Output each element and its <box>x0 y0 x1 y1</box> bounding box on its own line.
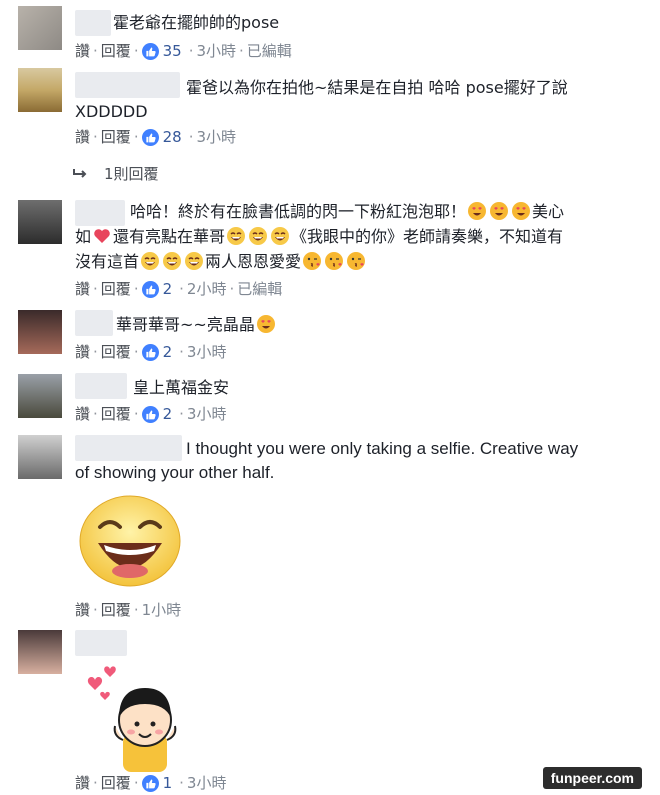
comment-meta: 讚 · 回覆 · 35 · 3小時 · 已編輯 <box>75 41 292 61</box>
like-count[interactable]: 2 <box>163 279 173 299</box>
timestamp[interactable]: 2小時 <box>187 279 227 299</box>
comment-3: 哈哈！終於有在臉書低調的閃一下粉紅泡泡耶！ 美心 如還有亮點在華哥 《我眼中的你》老… <box>0 195 660 305</box>
laughing-emoji <box>140 251 160 271</box>
comment-5: 皇上萬福金安 讚 · 回覆 · 2 · 3小時 <box>0 368 660 430</box>
comment-text-line-1: I thought you were only taking a selfie.… <box>186 439 579 458</box>
like-link[interactable]: 讚 <box>75 342 90 362</box>
comment-meta: 讚 · 回覆 · 2 · 2小時 · 已編輯 <box>75 279 283 299</box>
commenter-name-redacted[interactable] <box>75 310 113 336</box>
laughing-emoji <box>162 251 182 271</box>
timestamp[interactable]: 3小時 <box>196 41 236 61</box>
comment-text-line-1: 霍爸以為你在拍他~結果是在自拍 哈哈 pose擺好了說 <box>186 78 568 97</box>
commenter-name-redacted[interactable] <box>75 72 180 98</box>
comment-text: 皇上萬福金安 <box>133 378 230 397</box>
thumbs-up-icon[interactable] <box>141 128 159 146</box>
comment-text: 華哥華哥~~亮晶晶 <box>116 313 277 337</box>
avatar[interactable] <box>18 68 62 112</box>
like-link[interactable]: 讚 <box>75 600 90 620</box>
like-link[interactable]: 讚 <box>75 404 90 424</box>
like-link[interactable]: 讚 <box>75 279 90 299</box>
laughing-face-sticker[interactable] <box>78 493 182 589</box>
reply-link[interactable]: 回覆 <box>101 342 131 362</box>
thumbs-up-icon[interactable] <box>141 405 159 423</box>
comment-1: 霍老爺在擺帥帥的pose 讚 · 回覆 · 35 · 3小時 · 已編輯 <box>0 0 660 64</box>
comment-meta: 讚 · 回覆 · 2 · 3小時 <box>75 342 227 362</box>
comment-4: 華哥華哥~~亮晶晶 讚 · 回覆 · 2 · 3小時 <box>0 305 660 368</box>
like-count[interactable]: 28 <box>163 127 182 147</box>
heart-eyes-emoji <box>256 314 276 334</box>
like-count[interactable]: 1 <box>163 773 173 793</box>
reply-link[interactable]: 回覆 <box>101 279 131 299</box>
heart-eyes-emoji <box>467 201 487 221</box>
commenter-name-redacted[interactable] <box>75 373 127 399</box>
timestamp[interactable]: 3小時 <box>187 773 227 793</box>
laughing-emoji <box>270 226 290 246</box>
commenter-name-redacted[interactable] <box>75 10 111 36</box>
reply-link[interactable]: 回覆 <box>101 404 131 424</box>
comment-text-line-2: 如還有亮點在華哥 《我眼中的你》老師請奏樂，不知道有 <box>75 226 564 246</box>
commenter-name-redacted[interactable] <box>75 630 127 656</box>
comment-text-line-2: XDDDDD <box>75 102 148 121</box>
avatar[interactable] <box>18 435 62 479</box>
thumbs-up-icon[interactable] <box>141 774 159 792</box>
laughing-emoji <box>184 251 204 271</box>
comment-text-line-2: of showing your other half. <box>75 463 275 482</box>
laughing-emoji <box>226 226 246 246</box>
comment-text: 霍老爺在擺帥帥的pose <box>113 13 280 32</box>
reply-arrow-icon <box>73 168 87 178</box>
commenter-name-redacted[interactable] <box>75 435 182 461</box>
like-link[interactable]: 讚 <box>75 773 90 793</box>
watermark: funpeer.com <box>542 767 642 789</box>
like-count[interactable]: 35 <box>163 41 182 61</box>
kiss-emoji <box>302 251 322 271</box>
comment-meta: 讚 · 回覆 · 1小時 <box>75 600 182 620</box>
timestamp[interactable]: 3小時 <box>187 342 227 362</box>
reply-link[interactable]: 回覆 <box>101 127 131 147</box>
thumbs-up-icon[interactable] <box>141 280 159 298</box>
reply-count-label[interactable]: 1則回覆 <box>104 163 159 184</box>
comment-meta: 讚 · 回覆 · 2 · 3小時 <box>75 404 227 424</box>
timestamp[interactable]: 3小時 <box>196 127 236 147</box>
like-count[interactable]: 2 <box>163 342 173 362</box>
timestamp[interactable]: 1小時 <box>142 600 182 620</box>
comment-meta: 讚 · 回覆 · 28 · 3小時 <box>75 127 237 147</box>
comment-meta: 讚 · 回覆 · 1 · 3小時 <box>75 773 227 793</box>
reply-link[interactable]: 回覆 <box>101 600 131 620</box>
girl-hearts-sticker[interactable] <box>75 662 185 772</box>
avatar[interactable] <box>18 374 62 418</box>
comment-text-line-1: 哈哈！終於有在臉書低調的閃一下粉紅泡泡耶！ 美心 <box>130 201 565 221</box>
heart-eyes-emoji <box>511 201 531 221</box>
like-link[interactable]: 讚 <box>75 41 90 61</box>
edited-label: 已編輯 <box>246 42 292 60</box>
view-replies-link[interactable]: 1則回覆 <box>72 163 159 184</box>
comment-text-line-3: 沒有這首 兩人恩恩愛愛 <box>75 250 367 274</box>
comment-2: 霍爸以為你在拍他~結果是在自拍 哈哈 pose擺好了說 XDDDDD 讚 · 回覆… <box>0 64 660 184</box>
avatar[interactable] <box>18 200 62 244</box>
like-count[interactable]: 2 <box>163 404 173 424</box>
thumbs-up-icon[interactable] <box>141 42 159 60</box>
comment-6: I thought you were only taking a selfie.… <box>0 430 660 625</box>
avatar[interactable] <box>18 6 62 50</box>
reply-link[interactable]: 回覆 <box>101 41 131 61</box>
kiss-emoji <box>324 251 344 271</box>
timestamp[interactable]: 3小時 <box>187 404 227 424</box>
heart-emoji <box>92 226 112 246</box>
like-link[interactable]: 讚 <box>75 127 90 147</box>
edited-label: 已編輯 <box>237 280 283 298</box>
commenter-name-redacted[interactable] <box>75 200 125 226</box>
avatar[interactable] <box>18 310 62 354</box>
heart-eyes-emoji <box>489 201 509 221</box>
reply-link[interactable]: 回覆 <box>101 773 131 793</box>
kiss-emoji <box>346 251 366 271</box>
avatar[interactable] <box>18 630 62 674</box>
thumbs-up-icon[interactable] <box>141 343 159 361</box>
laughing-emoji <box>248 226 268 246</box>
